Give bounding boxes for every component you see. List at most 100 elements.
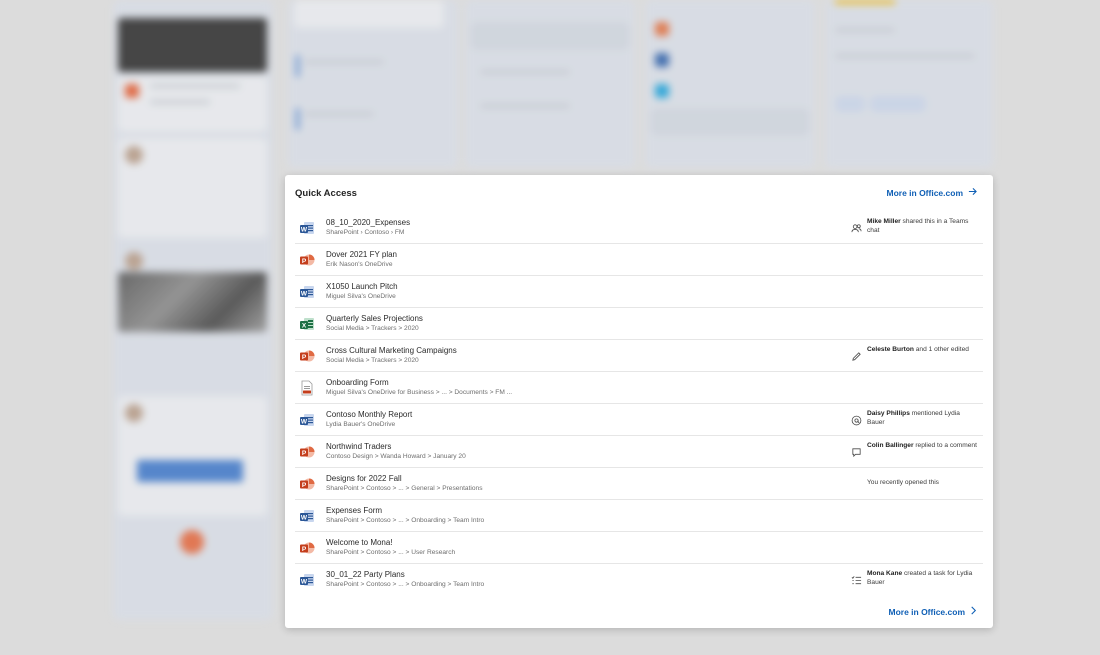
bg-dark-card — [118, 18, 267, 72]
activity-description: replied to a comment — [913, 442, 977, 449]
file-path: Social Media > Trackers > 2020 — [326, 325, 419, 332]
bg-line — [480, 104, 570, 108]
activity-description: You recently opened this — [867, 479, 939, 486]
svg-text:P: P — [302, 450, 307, 457]
more-link-label: More in Office.com — [888, 607, 965, 617]
form-file-icon — [299, 380, 315, 396]
file-name[interactable]: Expenses Form — [326, 506, 382, 515]
file-path: Miguel Silva's OneDrive — [326, 293, 396, 300]
more-in-office-link-bottom[interactable]: More in Office.com — [888, 606, 977, 618]
word-file-icon: W — [299, 572, 315, 588]
bg-line — [835, 28, 895, 32]
bg-accent-bar — [296, 55, 299, 77]
file-name[interactable]: Northwind Traders — [326, 442, 391, 451]
bg-accent-strip — [835, 0, 895, 4]
activity-text: Colin Ballinger replied to a comment — [867, 441, 979, 450]
file-row[interactable]: W X1050 Launch Pitch Miguel Silva's OneDri… — [295, 276, 983, 308]
file-name[interactable]: Designs for 2022 Fall — [326, 474, 402, 483]
bg-column-5 — [825, 0, 993, 168]
mention-icon — [851, 413, 862, 426]
powerpoint-file-icon: P — [299, 540, 315, 556]
arrow-right-icon — [968, 187, 977, 199]
file-row[interactable]: P Welcome to Mona! SharePoint > Contoso > … — [295, 532, 983, 564]
word-file-icon: W — [299, 220, 315, 236]
file-name[interactable]: 30_01_22 Party Plans — [326, 570, 405, 579]
svg-text:W: W — [301, 579, 308, 586]
file-row[interactable]: Onboarding Form Miguel Silva's OneDrive f… — [295, 372, 983, 404]
bg-avatar — [125, 146, 143, 164]
tasklist-icon — [851, 573, 862, 585]
people-icon — [851, 221, 862, 233]
bg-line — [304, 112, 374, 116]
bg-avatar — [125, 252, 143, 270]
powerpoint-file-icon: P — [299, 444, 315, 460]
svg-text:W: W — [301, 291, 308, 298]
file-name[interactable]: X1050 Launch Pitch — [326, 282, 398, 291]
file-row[interactable]: W Contoso Monthly Report Lydia Bauer's One… — [295, 404, 983, 436]
activity-text: Daisy Phillips mentioned Lydia Bauer — [867, 409, 979, 427]
svg-text:P: P — [302, 482, 307, 489]
bg-accent-bar — [296, 108, 299, 130]
activity-actor: Celeste Burton — [867, 346, 914, 353]
powerpoint-file-icon: P — [299, 348, 315, 364]
bg-card — [294, 0, 444, 28]
word-file-icon: W — [299, 508, 315, 524]
bg-card — [650, 108, 810, 136]
svg-text:W: W — [301, 227, 308, 234]
activity-text: Celeste Burton and 1 other edited — [867, 345, 979, 354]
file-name[interactable]: Contoso Monthly Report — [326, 410, 412, 419]
file-name[interactable]: Dover 2021 FY plan — [326, 250, 397, 259]
file-row[interactable]: P Dover 2021 FY plan Erik Nason's OneDrive — [295, 244, 983, 276]
activity-actor: Mona Kane — [867, 570, 903, 577]
bg-button — [835, 96, 865, 112]
activity-description: and 1 other edited — [913, 346, 969, 353]
file-path: SharePoint > Contoso > ... > Onboarding … — [326, 517, 485, 524]
bg-button — [870, 96, 926, 112]
file-row[interactable]: W Expenses Form SharePoint > Contoso > ...… — [295, 500, 983, 532]
activity-actor: Colin Ballinger — [867, 442, 914, 449]
pencil-icon — [851, 349, 862, 361]
svg-text:P: P — [302, 354, 307, 361]
bg-line — [150, 100, 210, 104]
bg-photo — [118, 272, 267, 332]
quick-access-title: Quick Access — [295, 188, 357, 199]
bg-logo — [180, 530, 204, 554]
file-path: SharePoint › Contoso › FM — [326, 229, 405, 236]
svg-text:W: W — [301, 419, 308, 426]
bg-line — [304, 60, 384, 64]
svg-text:P: P — [302, 258, 307, 265]
file-row[interactable]: W 08_10_2020_Expenses SharePoint › Contoso… — [295, 212, 983, 244]
file-list: W 08_10_2020_Expenses SharePoint › Contoso… — [295, 212, 983, 595]
file-row[interactable]: X Quarterly Sales Projections Social Media… — [295, 308, 983, 340]
bg-line — [150, 84, 240, 88]
bg-avatar — [125, 404, 143, 422]
bg-line — [480, 70, 570, 74]
activity-text: Mike Miller shared this in a Teams chat — [867, 217, 979, 235]
file-row[interactable]: W 30_01_22 Party Plans SharePoint > Contos… — [295, 564, 983, 595]
file-name[interactable]: Onboarding Form — [326, 378, 389, 387]
chevron-right-icon — [970, 606, 977, 618]
bg-app-dot — [655, 84, 669, 98]
file-row[interactable]: P Cross Cultural Marketing Campaigns Socia… — [295, 340, 983, 372]
powerpoint-file-icon: P — [299, 252, 315, 268]
comment-icon — [851, 445, 862, 458]
file-name[interactable]: Quarterly Sales Projections — [326, 314, 423, 323]
bg-line — [835, 54, 975, 58]
bg-app-dot — [655, 22, 669, 36]
word-file-icon: W — [299, 412, 315, 428]
activity-actor: Mike Miller — [867, 218, 901, 225]
file-row[interactable]: P Northwind Traders Contoso Design > Wanda… — [295, 436, 983, 468]
activity-text: You recently opened this — [867, 478, 979, 487]
file-path: SharePoint > Contoso > ... > General > P… — [326, 485, 483, 492]
file-row[interactable]: P Designs for 2022 Fall SharePoint > Conto… — [295, 468, 983, 500]
file-name[interactable]: 08_10_2020_Expenses — [326, 218, 410, 227]
more-in-office-link-top[interactable]: More in Office.com — [886, 187, 977, 199]
file-path: Lydia Bauer's OneDrive — [326, 421, 396, 428]
svg-text:P: P — [302, 546, 307, 553]
powerpoint-file-icon: P — [299, 476, 315, 492]
file-path: Erik Nason's OneDrive — [326, 261, 393, 268]
file-name[interactable]: Cross Cultural Marketing Campaigns — [326, 346, 457, 355]
file-path: Social Media > Trackers > 2020 — [326, 357, 419, 364]
file-name[interactable]: Welcome to Mona! — [326, 538, 393, 547]
svg-text:X: X — [302, 323, 307, 330]
